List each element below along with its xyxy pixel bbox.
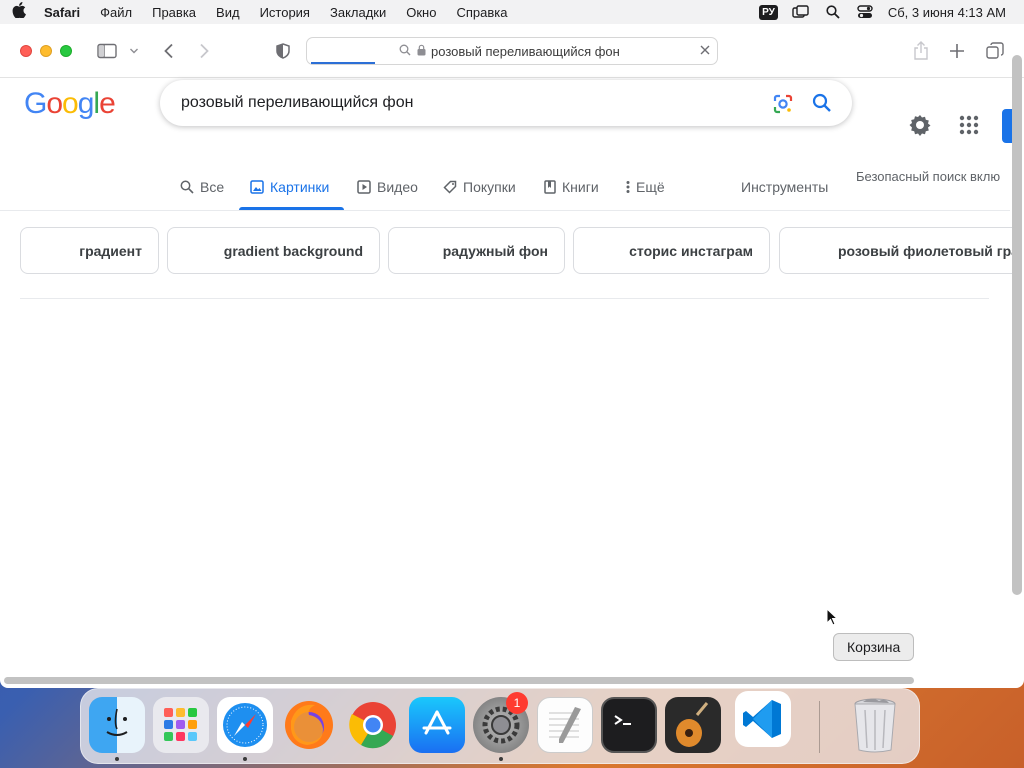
running-indicator — [243, 757, 247, 761]
more-vert-icon — [626, 181, 630, 193]
tab-books[interactable]: Книги — [544, 179, 599, 195]
chip[interactable]: радужный фон — [388, 227, 565, 274]
tab-label: Книги — [562, 179, 599, 195]
menu-window[interactable]: Окно — [396, 5, 446, 20]
menu-edit[interactable]: Правка — [142, 5, 206, 20]
chip[interactable]: gradient background — [167, 227, 380, 274]
chrome-icon[interactable] — [345, 697, 401, 753]
tab-shopping[interactable]: Покупки — [443, 179, 516, 195]
spotlight-search-icon[interactable] — [824, 5, 842, 19]
mouse-pointer-icon — [826, 607, 839, 631]
logo-letter: o — [46, 87, 63, 120]
vscode-icon[interactable] — [735, 691, 791, 747]
search-icon[interactable] — [812, 93, 832, 118]
finder-icon[interactable] — [89, 697, 145, 753]
menubar-datetime[interactable]: Сб, 3 июня 4:13 AM — [888, 5, 1006, 20]
dock — [80, 688, 920, 764]
safari-icon[interactable] — [217, 697, 273, 753]
tools-button[interactable]: Инструменты — [741, 179, 828, 195]
related-searches-chips: градиент gradient background радужный фо… — [20, 227, 1019, 275]
google-lens-icon[interactable] — [772, 93, 794, 120]
divider — [20, 298, 989, 299]
tab-label: Ещё — [636, 179, 665, 195]
search-query-input[interactable]: розовый переливающийся фон — [181, 94, 413, 112]
google-logo[interactable]: Google — [24, 87, 116, 121]
menu-file[interactable]: Файл — [90, 5, 142, 20]
notification-badge: 1 — [506, 692, 528, 714]
tab-label: Все — [200, 179, 225, 195]
tab-all[interactable]: Все — [180, 179, 224, 195]
menu-history[interactable]: История — [250, 5, 320, 20]
logo-letter: e — [99, 87, 116, 120]
logo-letter: g — [77, 87, 95, 120]
google-search-box[interactable]: розовый переливающийся фон — [160, 80, 852, 126]
chip[interactable]: сторис инстаграм — [573, 227, 770, 274]
chip[interactable]: розовый фиолетовый гра — [779, 227, 1019, 274]
textedit-icon[interactable] — [537, 697, 593, 753]
app-store-icon[interactable] — [409, 697, 465, 753]
search-icon — [180, 180, 194, 194]
tab-label: Покупки — [463, 179, 516, 195]
vertical-scrollbar[interactable] — [1012, 55, 1022, 595]
dock-tooltip: Корзина — [833, 633, 915, 661]
settings-gear-icon[interactable] — [908, 113, 932, 142]
search-type-tabs: Все Картинки Видео Покупки Книги Ещё Инс… — [0, 163, 1010, 211]
safesearch-label[interactable]: Безопасный поиск вклю — [856, 169, 1000, 184]
tab-label: Видео — [377, 179, 418, 195]
apple-icon[interactable] — [0, 1, 38, 23]
menu-bar: Safari Файл Правка Вид История Закладки … — [0, 0, 1024, 24]
play-icon — [357, 180, 371, 194]
menu-app-name[interactable]: Safari — [38, 5, 90, 20]
image-icon — [250, 180, 264, 194]
terminal-icon[interactable] — [601, 697, 657, 753]
garageband-icon[interactable] — [665, 697, 721, 753]
running-indicator — [115, 757, 119, 761]
horizontal-scrollbar[interactable] — [4, 677, 914, 684]
tab-label: Картинки — [270, 179, 330, 195]
running-indicator — [499, 757, 503, 761]
menu-help[interactable]: Справка — [446, 5, 517, 20]
control-center-icon[interactable] — [856, 5, 874, 19]
keyboard-layout-indicator[interactable]: РУ — [759, 4, 778, 20]
dock-separator — [819, 701, 820, 753]
apps-grid-icon[interactable] — [959, 115, 979, 140]
firefox-icon[interactable] — [281, 697, 337, 753]
tab-images[interactable]: Картинки — [250, 179, 329, 195]
menu-view[interactable]: Вид — [206, 5, 250, 20]
book-icon — [544, 180, 556, 194]
launchpad-icon[interactable] — [153, 697, 209, 753]
trash-icon[interactable] — [847, 697, 903, 753]
screen-mirroring-icon[interactable] — [792, 5, 810, 19]
active-tab-indicator — [239, 207, 344, 210]
menu-bookmarks[interactable]: Закладки — [320, 5, 396, 20]
tab-more[interactable]: Ещё — [626, 179, 665, 195]
logo-letter: G — [24, 87, 47, 120]
logo-letter: o — [62, 87, 79, 120]
google-header: Google розовый переливающийся фон — [0, 55, 1014, 155]
tab-videos[interactable]: Видео — [357, 179, 418, 195]
tag-icon — [443, 180, 457, 194]
chip[interactable]: градиент — [20, 227, 159, 274]
